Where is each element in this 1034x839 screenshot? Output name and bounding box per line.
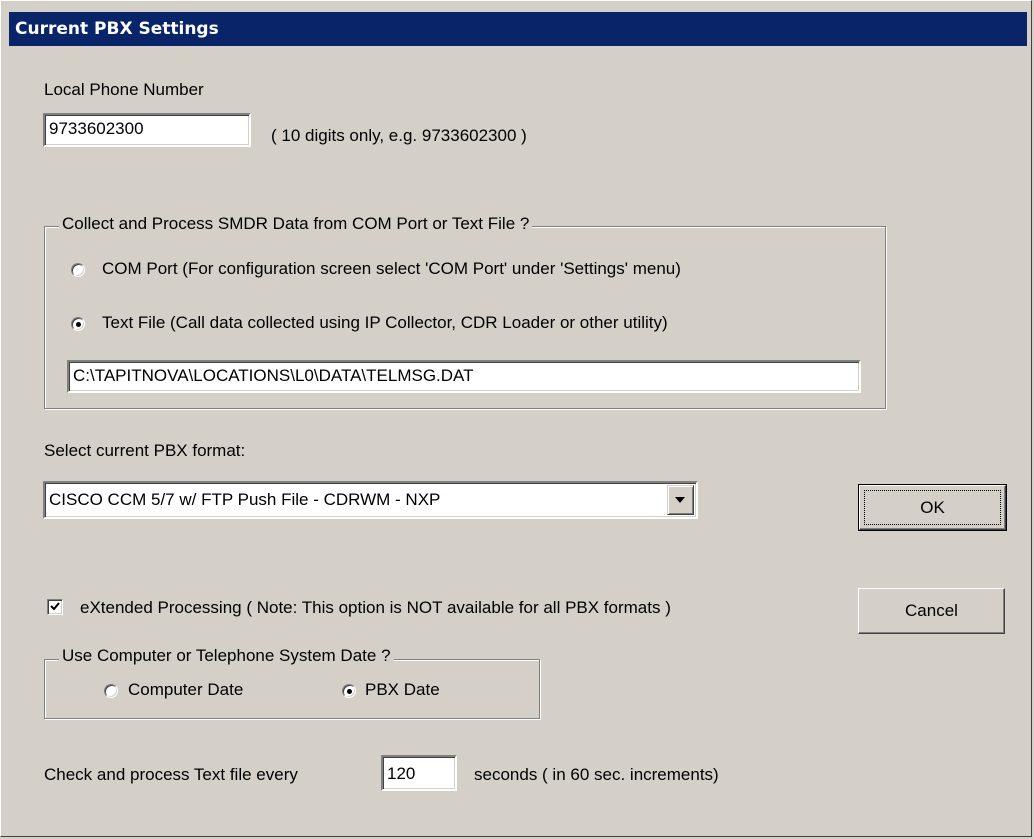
local-phone-label: Local Phone Number [44,80,204,99]
radio-selected-dot [347,689,352,694]
pbx-date-radio[interactable] [342,684,356,698]
pbx-format-label: Select current PBX format: [44,441,246,460]
computer-date-label[interactable]: Computer Date [128,680,243,700]
pbx-format-value: CISCO CCM 5/7 w/ FTP Push File - CDRWM -… [49,490,441,509]
cancel-button[interactable]: Cancel [858,588,1005,634]
dialog-title: Current PBX Settings [9,12,1027,46]
local-phone-input[interactable]: 9733602300 [43,113,251,147]
com-port-label[interactable]: COM Port (For configuration screen selec… [102,259,681,279]
computer-date-radio[interactable] [104,684,118,698]
extended-processing-label[interactable]: eXtended Processing ( Note: This option … [80,598,671,618]
radio-selected-dot [76,322,81,327]
pbx-settings-dialog: Current PBX Settings Local Phone Number … [0,0,1032,837]
ok-button[interactable]: OK [858,484,1007,531]
extended-processing-checkbox[interactable] [47,599,63,615]
pbx-format-dropdown-button[interactable] [667,485,694,515]
interval-value: 120 [387,764,416,783]
smdr-source-legend: Collect and Process SMDR Data from COM P… [59,214,533,234]
local-phone-hint: ( 10 digits only, e.g. 9733602300 ) [271,126,527,145]
pbx-format-select[interactable]: CISCO CCM 5/7 w/ FTP Push File - CDRWM -… [43,481,698,519]
date-source-group [44,659,540,719]
local-phone-value: 9733602300 [49,119,144,138]
chevron-down-icon [675,497,685,503]
text-file-path-value: C:\TAPITNOVA\LOCATIONS\L0\DATA\TELMSG.DA… [73,366,474,385]
interval-suffix: seconds ( in 60 sec. increments) [474,765,719,784]
text-file-radio[interactable] [71,317,85,331]
text-file-path-input[interactable]: C:\TAPITNOVA\LOCATIONS\L0\DATA\TELMSG.DA… [67,360,861,393]
cancel-button-label: Cancel [905,601,958,620]
focus-rect [864,490,1001,525]
com-port-radio[interactable] [71,263,85,277]
interval-prefix: Check and process Text file every [44,765,298,784]
date-source-legend: Use Computer or Telephone System Date ? [59,646,394,666]
interval-input[interactable]: 120 [381,755,457,791]
pbx-date-label[interactable]: PBX Date [365,680,440,700]
checkmark-icon [50,602,60,611]
text-file-label[interactable]: Text File (Call data collected using IP … [102,313,668,333]
